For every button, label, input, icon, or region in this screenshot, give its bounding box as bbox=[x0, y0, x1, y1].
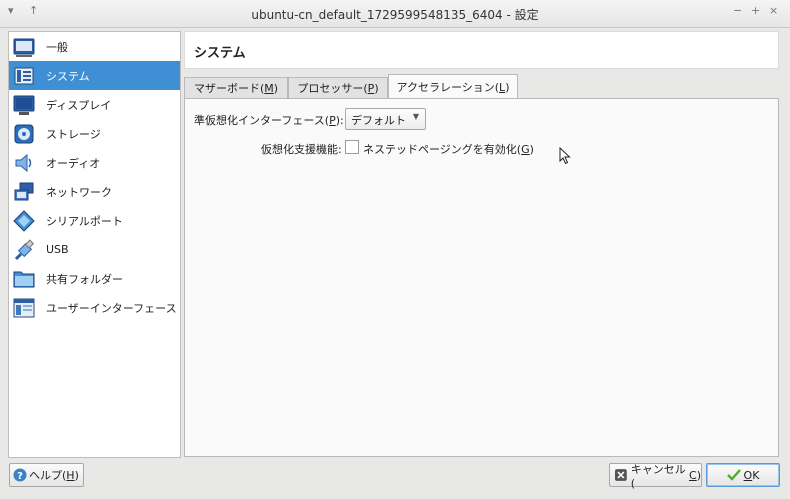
close-button[interactable]: × bbox=[769, 4, 778, 17]
display-icon bbox=[13, 95, 35, 115]
sidebar-item-label: ディスプレイ bbox=[46, 98, 112, 112]
sidebar-item-label: ネットワーク bbox=[46, 185, 112, 199]
paravirt-interface-select[interactable]: デフォルト ▼ bbox=[345, 108, 426, 130]
checkmark-icon bbox=[726, 469, 741, 481]
sidebar-item-label: 共有フォルダー bbox=[46, 272, 123, 286]
cancel-mnemonic: C bbox=[689, 468, 697, 482]
minimize-button[interactable]: − bbox=[733, 4, 742, 17]
help-suffix: ) bbox=[74, 468, 79, 482]
ok-label: K bbox=[752, 468, 760, 482]
sidebar-item-label: ストレージ bbox=[46, 127, 101, 141]
sidebar-item-usb[interactable]: USB bbox=[9, 235, 180, 264]
help-button[interactable]: ? ヘルプ(H) bbox=[9, 463, 84, 487]
network-icon bbox=[14, 182, 34, 200]
sidebar-item-shared-folder[interactable]: 共有フォルダー bbox=[9, 264, 180, 293]
page-header: システム bbox=[184, 31, 779, 69]
nested-paging-text: ネステッドページングを有効化( bbox=[363, 143, 522, 156]
tab-acceleration[interactable]: アクセラレーション(L) bbox=[388, 74, 518, 100]
sidebar-item-storage[interactable]: ストレージ bbox=[9, 119, 180, 148]
tab-label: プロセッサー( bbox=[297, 82, 368, 95]
svg-text:?: ? bbox=[17, 471, 23, 482]
sidebar-item-audio[interactable]: オーディオ bbox=[9, 148, 180, 177]
page-title: システム bbox=[194, 46, 246, 61]
tab-processor[interactable]: プロセッサー(P) bbox=[288, 77, 388, 99]
help-mnemonic: H bbox=[66, 468, 75, 482]
cancel-label: キャンセル( bbox=[630, 462, 686, 490]
tab-suffix: ) bbox=[273, 82, 279, 95]
ok-mnemonic: O bbox=[743, 468, 753, 482]
shared-folder-icon bbox=[13, 271, 35, 287]
tab-mnemonic: M bbox=[264, 82, 274, 95]
hw-virtualization-label: 仮想化支援機能: bbox=[261, 143, 342, 156]
sidebar-item-network[interactable]: ネットワーク bbox=[9, 177, 180, 206]
serial-port-icon bbox=[13, 209, 35, 232]
sidebar-item-system[interactable]: システム bbox=[9, 61, 180, 90]
paravirt-label-text: 準仮想化インターフェース( bbox=[194, 114, 330, 127]
chevron-down-icon: ▼ bbox=[412, 112, 419, 121]
mouse-cursor-icon bbox=[559, 147, 571, 165]
ok-button[interactable]: OK bbox=[706, 463, 780, 487]
cancel-icon bbox=[615, 469, 627, 481]
cancel-button[interactable]: キャンセル(C) bbox=[609, 462, 702, 490]
sidebar-item-label: 一般 bbox=[46, 40, 68, 54]
paravirt-suffix: ): bbox=[335, 114, 344, 127]
help-icon: ? bbox=[13, 468, 27, 482]
sidebar-item-label: USB bbox=[46, 243, 69, 256]
system-icon bbox=[14, 67, 34, 84]
tab-suffix: ) bbox=[505, 81, 510, 94]
maximize-button[interactable]: + bbox=[751, 4, 760, 17]
nested-paging-suffix: ) bbox=[529, 143, 534, 156]
acceleration-panel: 準仮想化インターフェース(P): デフォルト ▼ 仮想化支援機能: ネステッドペ… bbox=[184, 98, 779, 457]
usb-icon bbox=[14, 238, 35, 260]
sidebar-item-display[interactable]: ディスプレイ bbox=[9, 90, 180, 119]
nested-paging-label[interactable]: ネステッドページングを有効化(G) bbox=[363, 141, 534, 157]
window-titlebar: ▾ ↑ ubuntu-cn_default_1729599548135_6404… bbox=[0, 0, 790, 28]
sidebar-item-label: ユーザーインターフェース bbox=[46, 301, 177, 315]
paravirt-selected-value: デフォルト bbox=[351, 114, 406, 127]
cancel-suffix: ) bbox=[696, 468, 701, 482]
sidebar-item-general[interactable]: 一般 bbox=[9, 32, 180, 61]
nested-paging-mnemonic: G bbox=[521, 143, 530, 156]
tab-motherboard[interactable]: マザーボード(M) bbox=[184, 77, 288, 99]
user-interface-icon bbox=[13, 298, 35, 317]
audio-icon bbox=[15, 153, 32, 172]
nested-paging-checkbox[interactable] bbox=[345, 140, 359, 154]
sidebar-item-label: シリアルポート bbox=[46, 214, 123, 228]
paravirt-mnemonic: P bbox=[329, 114, 336, 127]
sidebar-item-label: オーディオ bbox=[46, 156, 101, 170]
help-label: ヘルプ( bbox=[29, 469, 67, 482]
storage-icon bbox=[14, 124, 34, 143]
tab-suffix: ) bbox=[374, 82, 379, 95]
sidebar-item-label: システム bbox=[46, 69, 90, 83]
tab-label: マザーボード( bbox=[193, 82, 265, 95]
window-title: ubuntu-cn_default_1729599548135_6404 - 設… bbox=[251, 8, 539, 22]
tab-label: アクセラレーション( bbox=[396, 81, 500, 94]
paravirt-interface-label: 準仮想化インターフェース(P): bbox=[194, 112, 344, 128]
sidebar-item-serial-port[interactable]: シリアルポート bbox=[9, 206, 180, 235]
sidebar-item-user-interface[interactable]: ユーザーインターフェース bbox=[9, 293, 180, 322]
settings-sidebar: 一般 システム ディスプレイ ストレージ オーディオ ネットワーク シリアルポー… bbox=[8, 31, 181, 458]
general-icon bbox=[13, 38, 35, 57]
settings-main: システム マザーボード(M) プロセッサー(P) アクセラレーション(L) 準仮… bbox=[184, 31, 779, 457]
